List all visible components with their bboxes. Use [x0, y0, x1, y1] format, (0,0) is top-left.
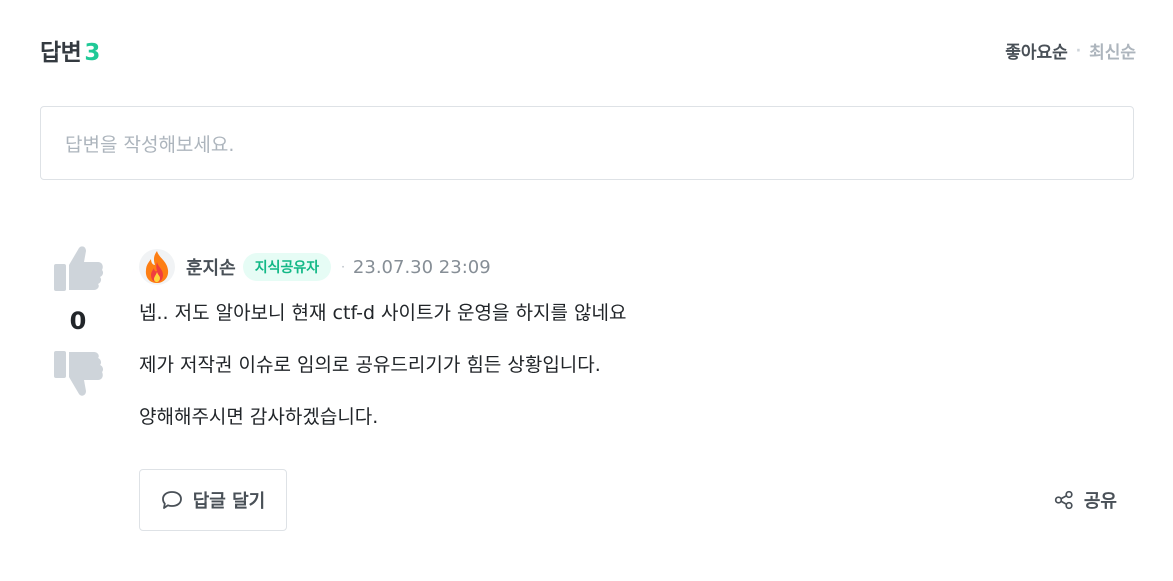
- answer-actions: 답글 달기 공유: [139, 469, 1129, 531]
- answer-text: 넵.. 저도 알아보니 현재 ctf-d 사이트가 운영을 하지를 않네요 제가…: [139, 300, 1129, 430]
- author-name[interactable]: 훈지손: [186, 254, 236, 280]
- answer-paragraph: 양해해주시면 감사하겠습니다.: [139, 406, 379, 428]
- downvote-button[interactable]: [51, 348, 105, 398]
- answer-body: 훈지손 지식공유자 · 23.07.30 23:09 넵.. 저도 알아보니 현…: [139, 248, 1129, 430]
- share-label: 공유: [1083, 491, 1117, 512]
- thumbs-down-icon: [54, 351, 104, 396]
- sort-by-likes[interactable]: 좋아요순: [1005, 38, 1068, 63]
- fire-icon: [145, 251, 169, 283]
- speech-bubble-icon: [161, 491, 182, 509]
- upvote-button[interactable]: [51, 244, 105, 294]
- vote-column: 0: [50, 244, 106, 398]
- answer-input[interactable]: 답변을 작성해보세요.: [40, 106, 1134, 180]
- answers-count: 3: [84, 40, 100, 66]
- author-badge: 지식공유자: [242, 253, 332, 281]
- vote-count: 0: [69, 307, 87, 335]
- answer-paragraph: 넵.. 저도 알아보니 현재 ctf-d 사이트가 운영을 하지를 않네요: [139, 302, 627, 324]
- timestamp: 23.07.30 23:09: [352, 256, 491, 278]
- sort-by-latest[interactable]: 최신순: [1089, 38, 1136, 63]
- reply-button[interactable]: 답글 달기: [139, 469, 287, 531]
- thumbs-up-icon: [54, 246, 104, 291]
- answers-heading: 답변 3: [40, 33, 100, 67]
- share-icon: [1054, 490, 1073, 510]
- avatar[interactable]: [139, 249, 175, 285]
- sort-separator: ·: [1075, 42, 1082, 59]
- answer-paragraph: 제가 저작권 이슈로 임의로 공유드리기가 힘든 상황입니다.: [139, 354, 601, 376]
- author-row: 훈지손 지식공유자 · 23.07.30 23:09: [139, 248, 1129, 286]
- reply-label: 답글 달기: [192, 491, 266, 512]
- sort-options: 좋아요순 · 최신순: [1005, 38, 1136, 64]
- meta-separator: ·: [341, 260, 345, 274]
- answers-title: 답변: [40, 40, 82, 66]
- answer-input-placeholder: 답변을 작성해보세요.: [65, 133, 235, 156]
- share-button[interactable]: 공유: [1054, 487, 1117, 513]
